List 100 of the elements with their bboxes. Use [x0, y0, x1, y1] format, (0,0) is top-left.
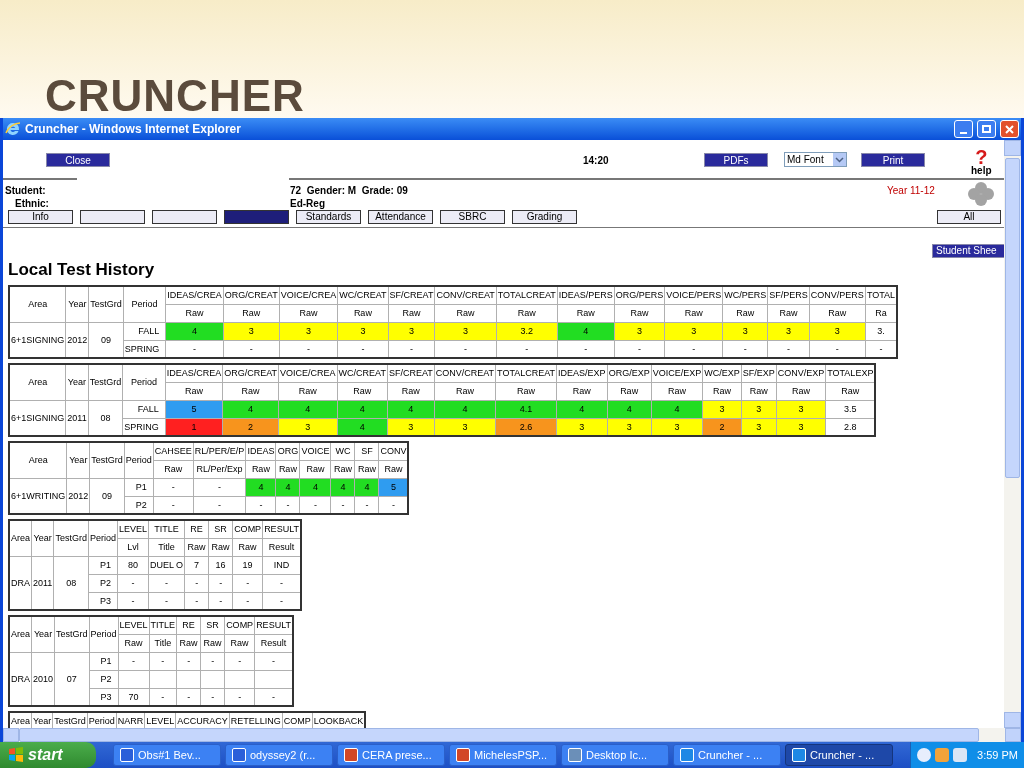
- column-subheader: Raw: [607, 382, 652, 400]
- column-header: TOTALCREAT: [495, 364, 557, 382]
- column-subheader: Raw: [722, 304, 768, 322]
- font-select[interactable]: Md Font: [784, 152, 847, 167]
- table-cell: -: [184, 574, 209, 592]
- column-header: TestGrd: [88, 286, 124, 322]
- column-header: RL/PER/E/P: [193, 442, 246, 460]
- column-header: IDEAS/CREA: [165, 364, 223, 382]
- app-icon: [344, 748, 358, 762]
- table-cell: 7: [184, 556, 209, 574]
- taskbar-button[interactable]: Obs#1 Bev...: [113, 744, 221, 766]
- column-header: CONV/CREAT: [434, 364, 496, 382]
- column-subheader: Raw: [651, 382, 703, 400]
- taskbar-button[interactable]: CERA prese...: [337, 744, 445, 766]
- taskbar-button[interactable]: Cruncher - ...: [673, 744, 781, 766]
- column-subheader: Lvl: [117, 538, 149, 556]
- column-subheader: Raw: [434, 304, 497, 322]
- table-cell: -: [148, 574, 185, 592]
- taskbar-button[interactable]: odyssey2 (r...: [225, 744, 333, 766]
- pdfs-button[interactable]: PDFs: [704, 153, 768, 167]
- column-header: IDEAS/EXP: [556, 364, 608, 382]
- column-subheader: Raw: [434, 382, 496, 400]
- tab[interactable]: SBRC: [440, 210, 505, 224]
- help-icon[interactable]: ?: [975, 148, 988, 166]
- tab[interactable]: Grading: [512, 210, 577, 224]
- column-subheader: Raw: [165, 382, 223, 400]
- table-cell: DUEL O: [148, 556, 185, 574]
- column-header: Area: [9, 616, 32, 652]
- column-header: ORG/CREAT: [223, 286, 280, 304]
- help-link[interactable]: help: [971, 166, 992, 175]
- start-button[interactable]: start: [0, 742, 96, 768]
- ethnic-label: Ethnic:: [15, 197, 49, 211]
- column-header: TestGrd: [54, 616, 90, 652]
- column-subheader: Raw: [275, 460, 300, 478]
- table-cell: [149, 670, 177, 688]
- column-subheader: Raw: [118, 634, 150, 652]
- taskbar-button[interactable]: Desktop Ic...: [561, 744, 669, 766]
- app-icon: [568, 748, 582, 762]
- column-subheader: Raw: [337, 382, 388, 400]
- column-header: COMP: [232, 520, 263, 538]
- column-header: CONV/CREAT: [434, 286, 497, 304]
- tab[interactable]: Attendance: [368, 210, 433, 224]
- column-header: TestGrd: [88, 364, 123, 400]
- table-cell: [200, 670, 225, 688]
- student-label: Student:: [5, 184, 46, 198]
- column-subheader: Raw: [337, 304, 389, 322]
- close-button[interactable]: [1000, 120, 1019, 138]
- table-cell: 6+1SIGNING: [9, 322, 66, 358]
- column-subheader: Raw: [223, 304, 280, 322]
- table-cell: 2012: [66, 478, 90, 514]
- table-cell: -: [153, 478, 194, 496]
- tab[interactable]: [152, 210, 217, 224]
- restore-button[interactable]: [977, 120, 996, 138]
- column-header: WC/CREAT: [337, 286, 389, 304]
- column-header: Period: [122, 364, 166, 400]
- taskbar-button[interactable]: MichelesPSP...: [449, 744, 557, 766]
- student-sheet-button[interactable]: Student Shee: [932, 244, 1004, 258]
- column-subheader: Raw: [224, 634, 255, 652]
- app-icon: [232, 748, 246, 762]
- tab[interactable]: [80, 210, 145, 224]
- column-subheader: Raw: [556, 382, 608, 400]
- table-cell: P2: [89, 670, 119, 688]
- table-cell: DRA: [9, 652, 32, 706]
- column-subheader: Raw: [664, 304, 723, 322]
- all-tab[interactable]: All: [937, 210, 1001, 224]
- column-header: TOTALCREAT: [496, 286, 558, 304]
- column-header: WC/CREAT: [337, 364, 388, 382]
- table-cell: SPRING: [123, 340, 166, 358]
- column-subheader: Raw: [299, 460, 331, 478]
- column-subheader: Raw: [245, 460, 276, 478]
- column-header: CAHSEE: [153, 442, 194, 460]
- taskbar-button[interactable]: Cruncher - ...: [785, 744, 893, 766]
- horizontal-scrollbar[interactable]: [3, 728, 1021, 742]
- tray-icon[interactable]: [917, 748, 932, 762]
- column-header: WC/EXP: [702, 364, 742, 382]
- table-cell: 6+1WRITING: [9, 478, 67, 514]
- table-cell: [118, 670, 150, 688]
- column-header: ORG/PERS: [614, 286, 665, 304]
- column-header: SR: [208, 520, 233, 538]
- column-header: TestGrd: [89, 442, 125, 478]
- column-subheader: Raw: [165, 304, 224, 322]
- vertical-scrollbar[interactable]: [1004, 140, 1021, 728]
- column-header: TestGrd: [53, 520, 89, 556]
- tab[interactable]: Standards: [296, 210, 361, 224]
- column-subheader: Raw: [184, 538, 209, 556]
- table-cell: P1: [89, 652, 119, 670]
- tray-icon[interactable]: [935, 748, 950, 762]
- column-header: CONV/PERS: [809, 286, 866, 304]
- print-button[interactable]: Print: [861, 153, 925, 167]
- column-subheader: Raw: [278, 382, 338, 400]
- tab[interactable]: Info: [8, 210, 73, 224]
- table-cell: P1: [88, 556, 118, 574]
- table-cell: FALL: [123, 322, 166, 340]
- minimize-button[interactable]: [954, 120, 973, 138]
- table-cell: FALL: [122, 400, 166, 418]
- column-header: TITLE: [148, 520, 185, 538]
- column-subheader: Raw: [208, 538, 233, 556]
- close-button[interactable]: Close: [46, 153, 110, 167]
- tray-icon[interactable]: [953, 748, 968, 762]
- student-details: 72 Gender: M Grade: 09: [290, 184, 408, 198]
